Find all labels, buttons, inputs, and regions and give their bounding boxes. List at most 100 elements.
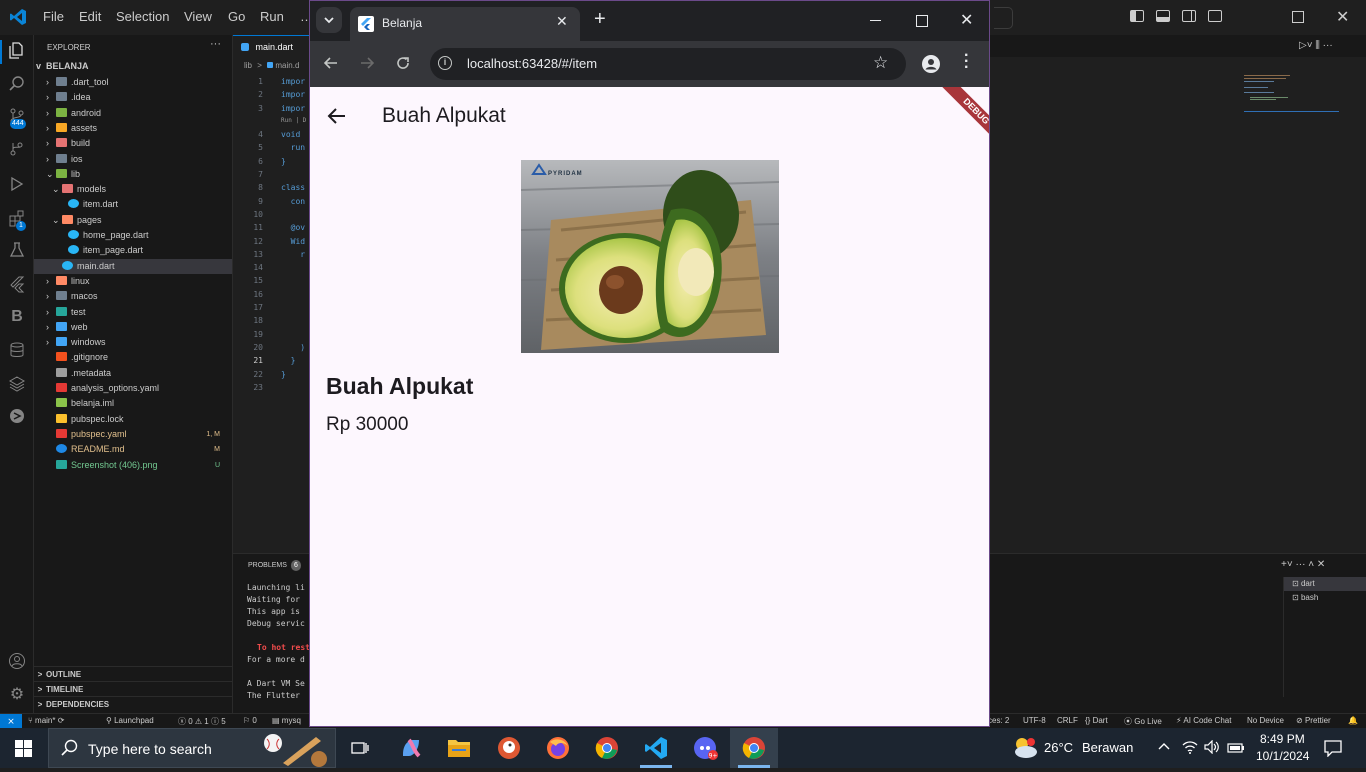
weather-icon[interactable]: [1011, 735, 1039, 766]
launchpad-status[interactable]: ⚲ Launchpad: [106, 716, 154, 725]
tab-search-button[interactable]: [316, 7, 342, 33]
tree-folder[interactable]: ⌄ pages: [34, 213, 232, 228]
tree-folder[interactable]: › ios: [34, 152, 232, 167]
command-center[interactable]: [994, 7, 1013, 29]
indent-status[interactable]: ces: 2: [988, 716, 1009, 725]
notification-center-icon[interactable]: [1324, 739, 1342, 762]
code-text[interactable]: impor impor impor Run | D void run} class con…: [281, 77, 308, 383]
bookmark-star-icon[interactable]: ☆: [873, 53, 888, 73]
eol-status[interactable]: CRLF: [1057, 716, 1078, 725]
tree-folder[interactable]: › .dart_tool: [34, 75, 232, 90]
windows-start-icon[interactable]: [15, 740, 32, 762]
dependencies-section[interactable]: > DEPENDENCIES: [34, 696, 232, 712]
accounts-icon[interactable]: [7, 652, 27, 672]
file-explorer-icon[interactable]: [447, 737, 471, 764]
problems-status[interactable]: ⓧ 0 ⚠ 1 ⓘ 5: [178, 716, 226, 727]
tab-close-icon[interactable]: ✕: [556, 13, 568, 30]
explorer-more-icon[interactable]: ···: [210, 38, 221, 50]
run-debug-icon[interactable]: [7, 175, 27, 195]
search-icon[interactable]: [7, 75, 27, 95]
discord-icon[interactable]: 9+: [693, 736, 719, 767]
address-bar[interactable]: i localhost:63428/#/item ☆: [430, 48, 906, 80]
tree-file[interactable]: main.dart: [34, 258, 232, 274]
tree-file[interactable]: README.md M: [34, 442, 232, 457]
battery-icon[interactable]: [1227, 741, 1245, 759]
remote-explorer-icon[interactable]: [7, 407, 27, 427]
tree-file[interactable]: pubspec.yaml 1, M: [34, 427, 232, 442]
wifi-icon[interactable]: [1182, 740, 1198, 759]
project-root[interactable]: v BELANJA: [36, 59, 89, 74]
back-arrow-icon[interactable]: [322, 54, 340, 77]
menu-go[interactable]: Go: [228, 9, 245, 24]
remote-indicator[interactable]: ⨯: [0, 714, 22, 729]
maximize-button[interactable]: [916, 15, 928, 27]
reload-icon[interactable]: [394, 54, 412, 77]
window-close-icon[interactable]: ✕: [1336, 7, 1349, 27]
chrome-taskbar-icon[interactable]: [595, 736, 619, 765]
clock-date[interactable]: 10/1/2024: [1256, 749, 1309, 763]
customize-layout-icon[interactable]: [1208, 10, 1222, 22]
bookmark-b-icon[interactable]: B: [7, 307, 27, 327]
editor-tab-main[interactable]: main.dart: [233, 35, 309, 58]
minimap[interactable]: [1244, 75, 1339, 115]
task-view-icon[interactable]: [350, 739, 370, 762]
tree-file[interactable]: belanja.iml: [34, 396, 232, 411]
terminal-actions[interactable]: +˅ ··· ˄ ✕: [1281, 559, 1325, 570]
terminal-item-dart[interactable]: ⊡ dart: [1284, 577, 1366, 591]
volume-icon[interactable]: [1204, 739, 1220, 759]
menu-selection[interactable]: Selection: [116, 9, 169, 24]
copilot-icon[interactable]: [399, 736, 423, 765]
tree-file[interactable]: analysis_options.yaml: [34, 381, 232, 396]
testing-icon[interactable]: [7, 241, 27, 261]
notifications-bell-icon[interactable]: 🔔: [1348, 716, 1358, 725]
tree-folder[interactable]: › web: [34, 320, 232, 335]
git-graph-icon[interactable]: [7, 140, 27, 160]
menu-edit[interactable]: Edit: [79, 9, 101, 24]
terminal-item-bash[interactable]: ⊡ bash: [1284, 591, 1366, 605]
ai-chat-status[interactable]: ⚡ AI Code Chat: [1176, 716, 1231, 725]
tree-folder[interactable]: › assets: [34, 121, 232, 136]
terminal-output[interactable]: Launching li Waiting for This app is Debug …: [247, 582, 310, 702]
branch-status[interactable]: ⑂ main* ⟳: [28, 716, 64, 725]
taskbar-search-box[interactable]: Type here to search: [48, 728, 336, 768]
tray-chevron-up-icon[interactable]: [1157, 739, 1171, 758]
tree-file[interactable]: item_page.dart: [34, 243, 232, 258]
firefox-icon[interactable]: [546, 736, 570, 765]
panel-tab-problems[interactable]: PROBLEMS: [248, 562, 287, 569]
weather-desc[interactable]: Berawan: [1082, 740, 1133, 755]
active-chrome-task[interactable]: [730, 728, 778, 768]
vscode-taskbar-icon[interactable]: [644, 736, 668, 765]
language-status[interactable]: {} Dart: [1085, 716, 1108, 725]
encoding-status[interactable]: UTF-8: [1023, 716, 1046, 725]
manage-gear-icon[interactable]: ⚙: [7, 685, 27, 705]
tree-file[interactable]: pubspec.lock: [34, 412, 232, 427]
tree-file[interactable]: Screenshot (406).png U: [34, 458, 232, 473]
outline-section[interactable]: > OUTLINE: [34, 666, 232, 682]
toggle-secondary-sidebar-icon[interactable]: [1182, 10, 1196, 22]
device-status[interactable]: No Device: [1247, 716, 1284, 725]
back-arrow-icon[interactable]: [326, 105, 348, 132]
tree-folder[interactable]: ⌄ models: [34, 182, 232, 197]
tree-folder[interactable]: › windows: [34, 335, 232, 350]
window-restore-icon[interactable]: [1292, 11, 1304, 23]
clock-time[interactable]: 8:49 PM: [1260, 732, 1305, 746]
tree-folder[interactable]: › .idea: [34, 90, 232, 105]
flutter-icon[interactable]: [7, 275, 27, 295]
chrome-tab-belanja[interactable]: Belanja ✕: [350, 7, 580, 41]
tree-file[interactable]: home_page.dart: [34, 228, 232, 243]
menu-run[interactable]: Run: [260, 9, 284, 24]
tree-folder[interactable]: ⌄ lib: [34, 167, 232, 182]
tree-folder[interactable]: › test: [34, 305, 232, 320]
chrome-menu-icon[interactable]: · · ·: [964, 48, 969, 76]
menu-view[interactable]: View: [184, 9, 212, 24]
duckduckgo-icon[interactable]: [497, 736, 521, 765]
editor-top-actions[interactable]: ▷˅ ⫼ ···: [1299, 40, 1333, 51]
tree-file[interactable]: item.dart: [34, 197, 232, 212]
tree-file[interactable]: .metadata: [34, 366, 232, 381]
toggle-sidebar-icon[interactable]: [1130, 10, 1144, 22]
toggle-panel-icon[interactable]: [1156, 10, 1170, 22]
forward-arrow-icon[interactable]: [358, 54, 376, 77]
breadcrumb[interactable]: lib > main.d: [244, 61, 299, 70]
db-status[interactable]: ▤ mysq: [272, 716, 301, 725]
new-tab-icon[interactable]: +: [594, 8, 606, 31]
